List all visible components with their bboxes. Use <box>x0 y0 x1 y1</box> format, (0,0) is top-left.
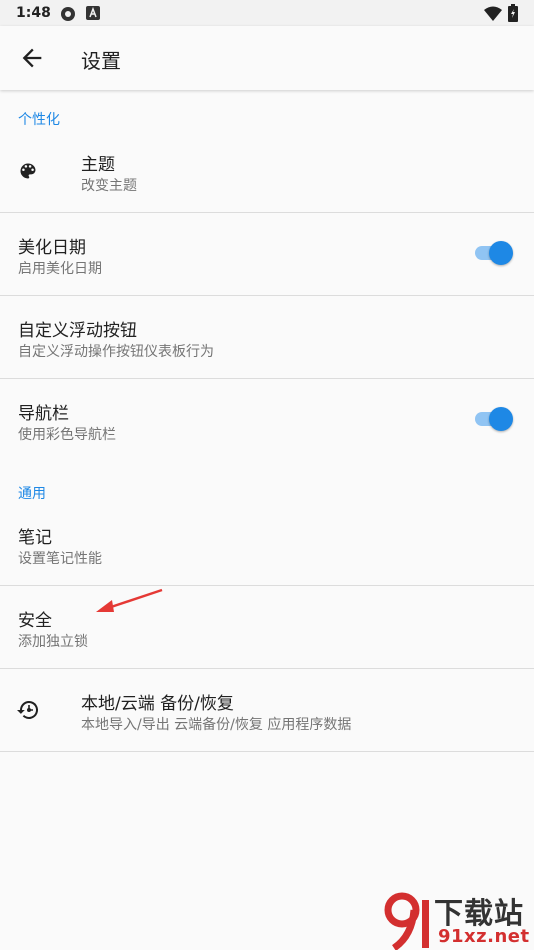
settings-item-security[interactable]: 安全 添加独立锁 <box>0 586 534 668</box>
settings-status-icon <box>61 7 75 21</box>
palette-icon <box>20 163 36 179</box>
beautify-date-title: 美化日期 <box>18 238 86 258</box>
status-time: 1:48 <box>16 5 51 21</box>
battery-icon <box>508 4 518 22</box>
divider <box>0 751 534 752</box>
annotation-arrow <box>96 588 163 612</box>
status-bar: 1:48 <box>0 0 534 26</box>
watermark-bottom-text: 91xz.net <box>438 926 530 947</box>
watermark-logo-icon <box>384 892 429 950</box>
app-bar: 设置 <box>0 26 534 90</box>
a-status-icon <box>86 6 100 20</box>
nav-bar-switch[interactable] <box>473 407 513 431</box>
backup-subtitle: 本地导入/导出 云端备份/恢复 应用程序数据 <box>81 717 352 733</box>
settings-item-beautify-date[interactable]: 美化日期 启用美化日期 <box>0 213 534 295</box>
custom-fab-title: 自定义浮动按钮 <box>18 321 137 341</box>
backup-title: 本地/云端 备份/恢复 <box>81 694 234 714</box>
security-subtitle: 添加独立锁 <box>18 634 88 650</box>
custom-fab-subtitle: 自定义浮动操作按钮仪表板行为 <box>18 344 214 360</box>
backup-restore-icon <box>17 700 39 719</box>
settings-item-nav-bar[interactable]: 导航栏 使用彩色导航栏 <box>0 379 534 461</box>
beautify-date-subtitle: 启用美化日期 <box>18 261 102 277</box>
settings-item-backup[interactable]: 本地/云端 备份/恢复 本地导入/导出 云端备份/恢复 应用程序数据 <box>0 669 534 751</box>
section-header-personalize: 个性化 <box>18 112 60 128</box>
notes-subtitle: 设置笔记性能 <box>18 551 102 567</box>
arrow-back-icon[interactable] <box>18 44 46 72</box>
theme-title: 主题 <box>81 155 115 175</box>
settings-item-notes[interactable]: 笔记 设置笔记性能 <box>0 510 534 585</box>
switch-thumb <box>489 407 513 431</box>
settings-item-theme[interactable]: 主题 改变主题 <box>0 140 534 212</box>
security-title: 安全 <box>18 611 52 631</box>
nav-bar-title: 导航栏 <box>18 404 69 424</box>
settings-item-custom-fab[interactable]: 自定义浮动按钮 自定义浮动操作按钮仪表板行为 <box>0 296 534 378</box>
page-title: 设置 <box>81 49 121 73</box>
nav-bar-subtitle: 使用彩色导航栏 <box>18 427 116 443</box>
theme-subtitle: 改变主题 <box>81 178 137 194</box>
switch-thumb <box>489 241 513 265</box>
section-header-general: 通用 <box>18 486 46 502</box>
notes-title: 笔记 <box>18 528 52 548</box>
wifi-icon <box>484 6 502 21</box>
beautify-date-switch[interactable] <box>473 241 513 265</box>
watermark: 下载站 91xz.net <box>384 892 534 950</box>
